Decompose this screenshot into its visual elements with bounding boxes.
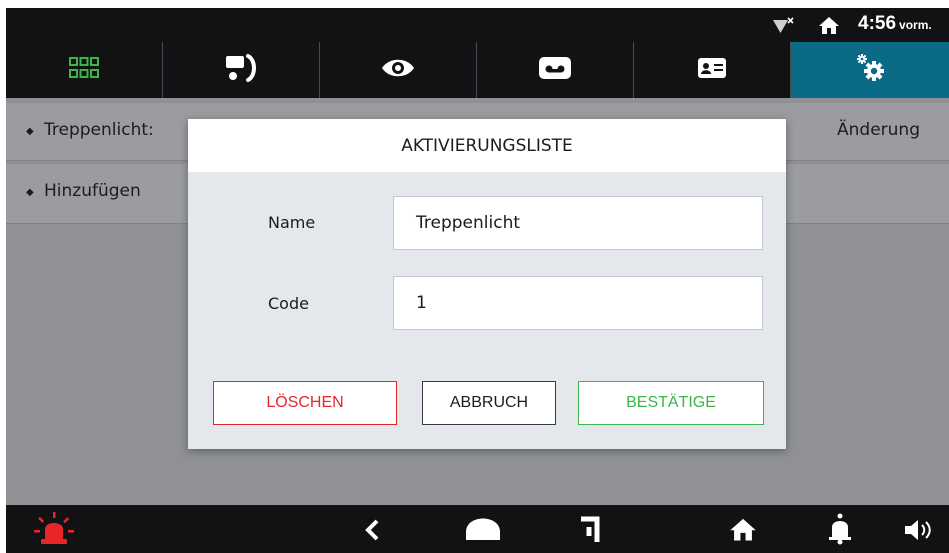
confirm-button[interactable]: BESTÄTIGE [578, 381, 764, 425]
activation-list-dialog: AKTIVIERUNGSLISTE Name Treppenlicht Code… [188, 119, 786, 449]
tab-settings[interactable] [791, 42, 949, 98]
contact-card-icon [696, 56, 728, 84]
apps-grid-icon [68, 56, 100, 84]
bullet-icon: ◆ [26, 126, 34, 137]
name-label: Name [268, 213, 316, 232]
speaker-icon[interactable] [901, 515, 941, 545]
clock-time: 4:56 [858, 13, 897, 34]
edit-link[interactable]: Änderung [837, 120, 920, 140]
code-field[interactable]: 1 [393, 276, 763, 330]
clock-ampm: vorm. [899, 18, 932, 32]
tab-apps[interactable] [6, 42, 163, 98]
dialog-title: AKTIVIERUNGSLISTE [188, 119, 786, 172]
voicemail-icon [537, 55, 573, 85]
home-button-icon[interactable] [462, 515, 504, 547]
clock: 4:56 vorm. [858, 13, 932, 35]
list-item-label: Treppenlicht: [44, 120, 154, 140]
tab-contacts[interactable] [634, 42, 791, 98]
name-field[interactable]: Treppenlicht [393, 196, 763, 250]
delete-button[interactable]: LÖSCHEN [213, 381, 397, 425]
bottom-nav [6, 505, 949, 553]
recent-apps-icon[interactable] [576, 513, 606, 545]
back-icon[interactable] [358, 515, 388, 545]
intercom-handset-icon [223, 52, 259, 88]
tab-voicemail[interactable] [477, 42, 634, 98]
alarm-icon[interactable] [34, 510, 74, 548]
tab-camera[interactable] [320, 42, 477, 98]
bullet-icon: ◆ [26, 187, 34, 198]
cancel-button[interactable]: ABBRUCH [422, 381, 556, 425]
wifi-off-icon [772, 17, 794, 39]
list-item-label: Hinzufügen [44, 181, 141, 201]
eye-icon [380, 56, 416, 84]
code-label: Code [268, 294, 309, 313]
home-icon[interactable] [728, 513, 758, 545]
tab-intercom[interactable] [163, 42, 320, 98]
tab-bar [6, 42, 949, 98]
settings-gears-icon [853, 51, 887, 89]
screen: 4:56 vorm. ◆ Treppenlicht: Änderung ◆ Hi… [6, 8, 949, 553]
bell-icon[interactable] [824, 511, 856, 547]
home-icon [818, 15, 840, 39]
status-bar: 4:56 vorm. [6, 8, 949, 42]
